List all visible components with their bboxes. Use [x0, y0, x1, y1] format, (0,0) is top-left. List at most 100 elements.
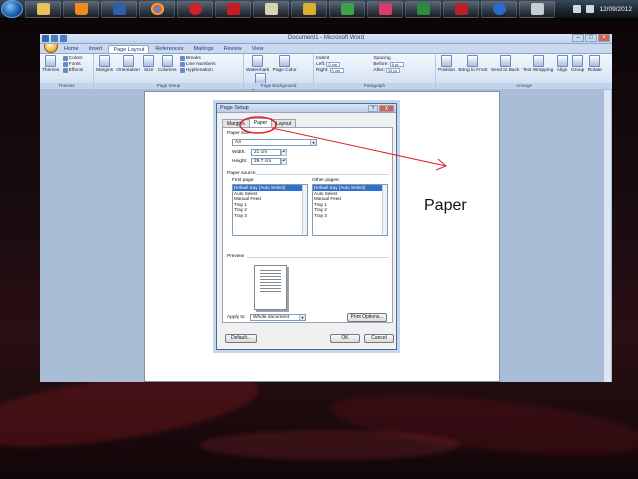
align-button[interactable]: Align: [556, 55, 568, 73]
photoshop-icon: [454, 3, 468, 15]
clock[interactable]: 12/09/2012: [599, 6, 632, 13]
position-button[interactable]: Position: [438, 55, 455, 73]
listbox-scrollbar[interactable]: [302, 185, 307, 235]
vertical-scrollbar[interactable]: [603, 90, 611, 382]
rotate-button[interactable]: Rotate: [588, 55, 602, 73]
effects-icon: [62, 67, 68, 73]
spacing-after-label: After:: [373, 67, 385, 73]
paper-size-select[interactable]: A4 ▾: [232, 139, 317, 146]
apply-to-select[interactable]: Whole document ▾: [250, 314, 306, 321]
width-spinner[interactable]: ▴▾: [281, 149, 287, 156]
page-color-button[interactable]: Page Color: [273, 55, 297, 73]
colors-button[interactable]: Colors: [62, 55, 84, 61]
ribbon-group-page-setup: Margins Orientation Size Columns Breaks …: [94, 54, 244, 89]
watermark-button[interactable]: Watermark: [246, 55, 269, 73]
send-to-back-button[interactable]: Send to Back: [491, 55, 519, 73]
first-page-listbox[interactable]: Default tray (Auto Select) Auto Select M…: [232, 184, 308, 236]
height-input[interactable]: 29.7 cm ▴▾: [251, 158, 287, 165]
list-item[interactable]: Tray 3: [233, 213, 307, 219]
bring-to-front-button[interactable]: Bring to Front: [458, 55, 487, 73]
line-numbers-button[interactable]: Line Numbers: [179, 61, 216, 67]
word-title-bar: Document1 - Microsoft Word – □ ×: [40, 34, 612, 44]
paper-size-value: A4: [235, 140, 241, 145]
taskbar-app-word[interactable]: [101, 0, 137, 18]
start-button[interactable]: [1, 0, 23, 18]
divider: [255, 174, 389, 175]
tab-margins[interactable]: Margins: [222, 119, 250, 127]
word-icon: [112, 3, 126, 15]
indent-right-label: Right:: [316, 67, 329, 73]
indent-right-input[interactable]: 0 cm: [329, 67, 344, 73]
group-icon: [572, 55, 584, 67]
ribbon: Themes Colors Fonts Effects Themes Margi…: [40, 54, 612, 91]
tab-review[interactable]: Review: [220, 45, 246, 53]
ok-button[interactable]: OK: [330, 334, 360, 343]
columns-button[interactable]: Columns: [158, 55, 177, 73]
taskbar-app-help[interactable]: [481, 0, 517, 18]
spacing-before-label: Before:: [373, 61, 389, 67]
list-item[interactable]: Tray 3: [313, 213, 387, 219]
group-button[interactable]: Group: [571, 55, 584, 73]
themes-button[interactable]: Themes: [42, 55, 59, 73]
network-icon[interactable]: [573, 5, 582, 13]
tab-insert[interactable]: Insert: [85, 45, 107, 53]
default-button[interactable]: Default...: [225, 334, 257, 343]
tab-page-layout[interactable]: Page Layout: [108, 45, 150, 53]
tab-references[interactable]: References: [151, 45, 187, 53]
taskbar-app-winamp[interactable]: [291, 0, 327, 18]
width-input[interactable]: 21 cm ▴▾: [251, 149, 287, 156]
taskbar-app-paint[interactable]: [329, 0, 365, 18]
maximize-button[interactable]: □: [585, 34, 597, 42]
tab-paper[interactable]: Paper: [248, 118, 273, 127]
height-label: Height:: [232, 159, 248, 164]
width-value: 21 cm: [254, 150, 268, 155]
taskbar-app-excel[interactable]: [367, 0, 403, 18]
tab-home[interactable]: Home: [60, 45, 83, 53]
ribbon-group-page-background: Watermark Page Color Page Borders Page B…: [244, 54, 314, 91]
first-page-label: First page:: [232, 178, 255, 183]
effects-button[interactable]: Effects: [62, 67, 83, 73]
margins-icon: [99, 55, 111, 67]
spacing-before-input[interactable]: 0 pt: [389, 61, 404, 67]
watermark-icon: [252, 55, 264, 67]
margins-button[interactable]: Margins: [96, 55, 113, 73]
print-options-button[interactable]: Print Options...: [347, 313, 387, 322]
ribbon-tabs: Home Insert Page Layout References Maili…: [40, 39, 612, 54]
minimize-button[interactable]: –: [572, 34, 584, 42]
text-wrapping-button[interactable]: Text Wrapping: [523, 55, 553, 73]
cancel-button[interactable]: Cancel: [364, 334, 394, 343]
hyphenation-button[interactable]: Hyphenation: [179, 67, 216, 73]
dialog-close-button[interactable]: X: [379, 105, 394, 112]
taskbar-app-filezilla[interactable]: [215, 0, 251, 18]
chevron-down-icon: ▾: [299, 315, 305, 320]
chevron-down-icon: ▾: [310, 140, 316, 145]
tab-layout[interactable]: Layout: [271, 119, 297, 127]
taskbar-app-explorer[interactable]: [25, 0, 61, 18]
taskbar-app-chrome[interactable]: [139, 0, 175, 18]
size-button[interactable]: Size: [143, 55, 155, 73]
indent-left-input[interactable]: 0 cm: [326, 61, 341, 67]
width-label: Width:: [232, 150, 246, 155]
tab-view[interactable]: View: [248, 45, 268, 53]
taskbar-app-opera[interactable]: [177, 0, 213, 18]
taskbar-app-photoshop[interactable]: [443, 0, 479, 18]
colors-icon: [62, 55, 68, 61]
taskbar-app-powerpoint[interactable]: [405, 0, 441, 18]
tab-mailings[interactable]: Mailings: [189, 45, 217, 53]
volume-icon[interactable]: [586, 5, 595, 13]
fonts-button[interactable]: Fonts: [62, 61, 84, 67]
taskbar-app-scanner[interactable]: [519, 0, 555, 18]
taskbar-app-vlc[interactable]: [63, 0, 99, 18]
height-spinner[interactable]: ▴▾: [281, 158, 287, 165]
group-label: Page Setup: [94, 83, 243, 89]
bring-to-front-icon: [467, 55, 479, 67]
orientation-button[interactable]: Orientation: [116, 55, 140, 73]
listbox-scrollbar[interactable]: [382, 185, 387, 235]
taskbar-app-photos[interactable]: [253, 0, 289, 18]
help-button[interactable]: ?: [368, 105, 378, 112]
group-label: Themes: [40, 83, 93, 89]
spacing-after-input[interactable]: 10 pt: [385, 67, 400, 73]
other-pages-listbox[interactable]: Default tray (Auto Select) Auto Select M…: [312, 184, 388, 236]
close-button[interactable]: ×: [598, 34, 610, 42]
position-icon: [441, 55, 453, 67]
